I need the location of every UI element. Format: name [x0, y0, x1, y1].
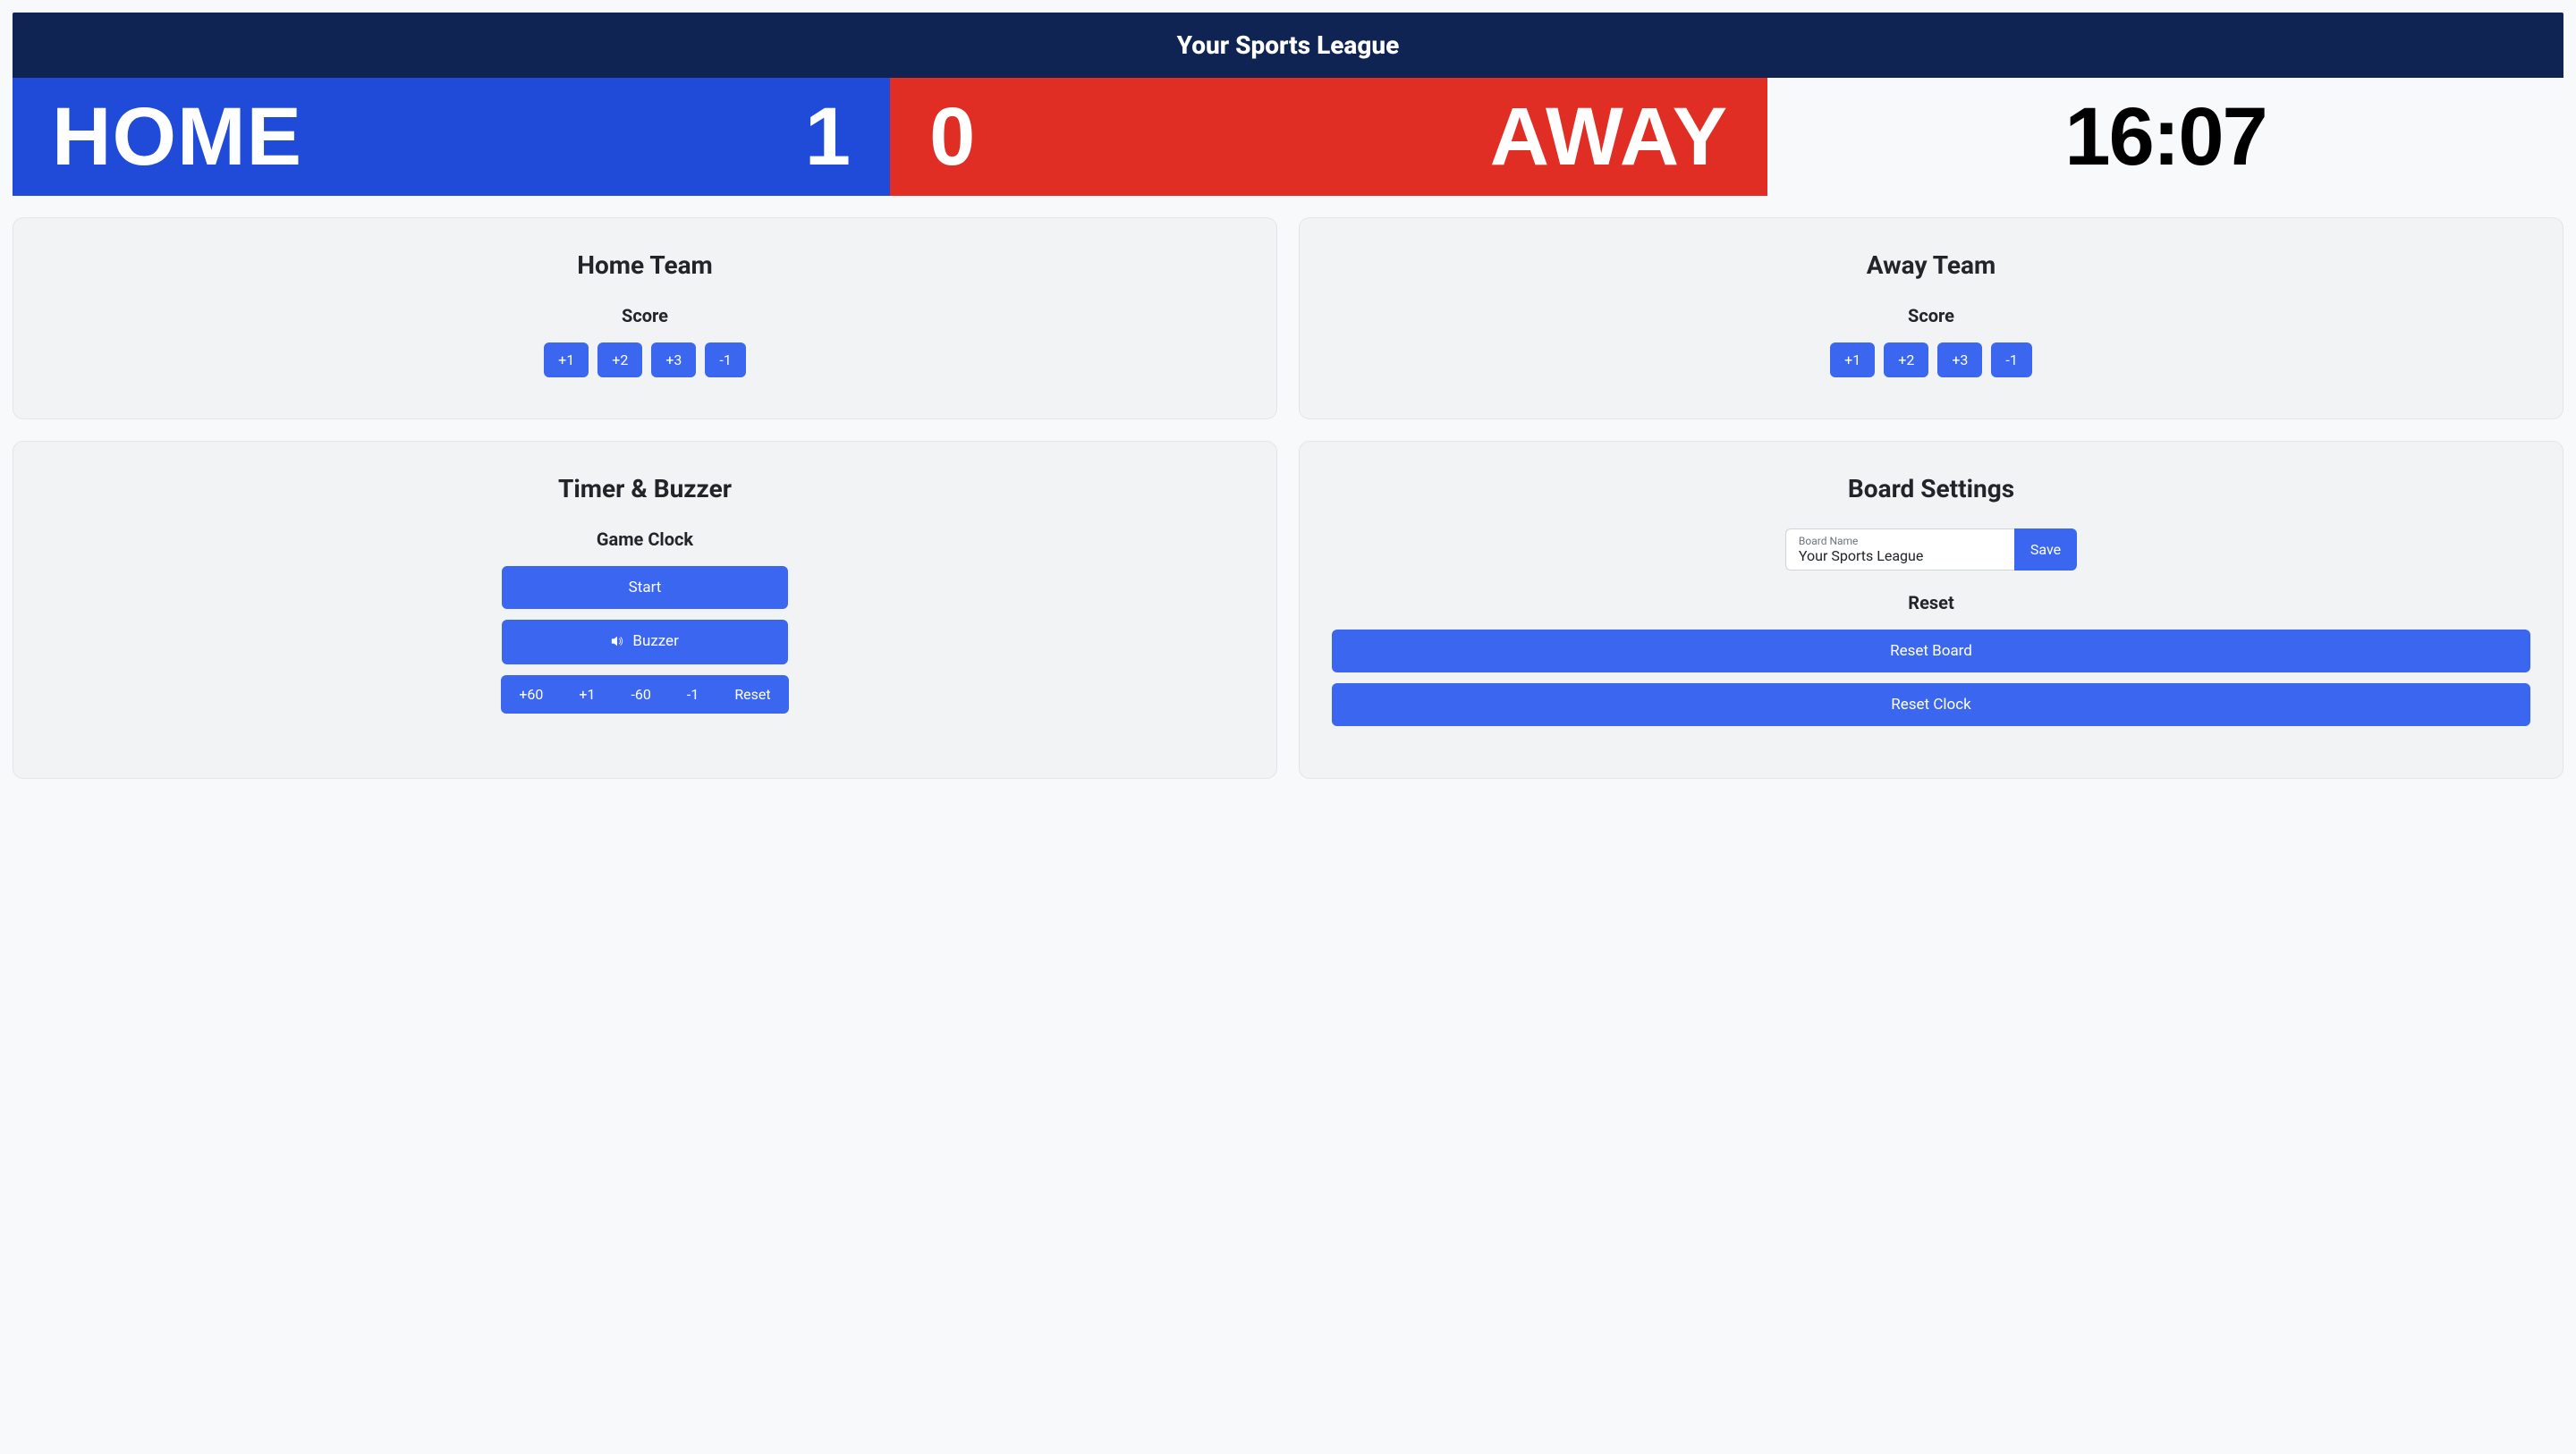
reset-section: Reset Reset Board Reset Clock [1332, 592, 2530, 737]
board-settings-title: Board Settings [1332, 474, 2530, 503]
clock-minus-1-button[interactable]: -1 [669, 675, 716, 714]
board-name-label: Board Name [1799, 535, 1859, 547]
clock-adjust-group: +60 +1 -60 -1 Reset [501, 675, 788, 714]
start-button[interactable]: Start [502, 566, 788, 609]
home-team-panel: HOME 1 [13, 78, 890, 196]
home-score-label: Score [46, 305, 1244, 326]
reset-clock-button[interactable]: Reset Clock [1332, 683, 2530, 726]
board-name-row: Board Name Save [1332, 528, 2530, 571]
board-name-input[interactable] [1799, 547, 2004, 564]
away-plus-3-button[interactable]: +3 [1937, 342, 1982, 377]
away-plus-1-button[interactable]: +1 [1830, 342, 1875, 377]
buzzer-button-label: Buzzer [632, 632, 678, 650]
game-clock-section: Game Clock Start Buzzer +60 +1 -60 -1 Re… [46, 528, 1244, 714]
buzzer-button[interactable]: Buzzer [502, 620, 788, 664]
control-grid: Home Team Score +1 +2 +3 -1 Away Team Sc… [13, 217, 2563, 779]
clock-plus-60-button[interactable]: +60 [501, 675, 561, 714]
save-board-name-button[interactable]: Save [2014, 528, 2077, 571]
timer-card-title: Timer & Buzzer [46, 474, 1244, 503]
away-team-card: Away Team Score +1 +2 +3 -1 [1299, 217, 2563, 419]
home-team-card: Home Team Score +1 +2 +3 -1 [13, 217, 1277, 419]
game-clock-label: Game Clock [46, 528, 1244, 550]
score-row: HOME 1 AWAY 0 16:07 [13, 78, 2563, 196]
board-name-field[interactable]: Board Name [1785, 528, 2014, 571]
board-settings-card: Board Settings Board Name Save Reset Res… [1299, 441, 2563, 779]
home-score-buttons: +1 +2 +3 -1 [46, 342, 1244, 377]
home-score-section: Score +1 +2 +3 -1 [46, 305, 1244, 377]
game-clock-display: 16:07 [2064, 90, 2266, 184]
away-score-section: Score +1 +2 +3 -1 [1332, 305, 2530, 377]
reset-board-button[interactable]: Reset Board [1332, 630, 2530, 672]
reset-label: Reset [1332, 592, 2530, 613]
home-team-name: HOME [52, 96, 302, 178]
away-minus-1-button[interactable]: -1 [1991, 342, 2031, 377]
clock-panel: 16:07 [1767, 78, 2563, 196]
league-title: Your Sports League [13, 13, 2563, 78]
away-team-panel: AWAY 0 [890, 78, 1767, 196]
away-score-buttons: +1 +2 +3 -1 [1332, 342, 2530, 377]
away-team-score: 0 [929, 96, 975, 178]
clock-reset-button[interactable]: Reset [716, 675, 788, 714]
home-team-card-title: Home Team [46, 250, 1244, 280]
home-plus-1-button[interactable]: +1 [544, 342, 589, 377]
clock-minus-60-button[interactable]: -60 [613, 675, 668, 714]
timer-card: Timer & Buzzer Game Clock Start Buzzer +… [13, 441, 1277, 779]
clock-plus-1-button[interactable]: +1 [561, 675, 613, 714]
home-minus-1-button[interactable]: -1 [705, 342, 745, 377]
away-team-card-title: Away Team [1332, 250, 2530, 280]
home-plus-3-button[interactable]: +3 [651, 342, 696, 377]
home-plus-2-button[interactable]: +2 [597, 342, 642, 377]
home-team-score: 1 [805, 96, 851, 178]
away-score-label: Score [1332, 305, 2530, 326]
away-plus-2-button[interactable]: +2 [1884, 342, 1928, 377]
scoreboard: Your Sports League HOME 1 AWAY 0 16:07 [13, 13, 2563, 196]
volume-icon [611, 634, 623, 652]
away-team-name: AWAY [1490, 96, 1728, 178]
